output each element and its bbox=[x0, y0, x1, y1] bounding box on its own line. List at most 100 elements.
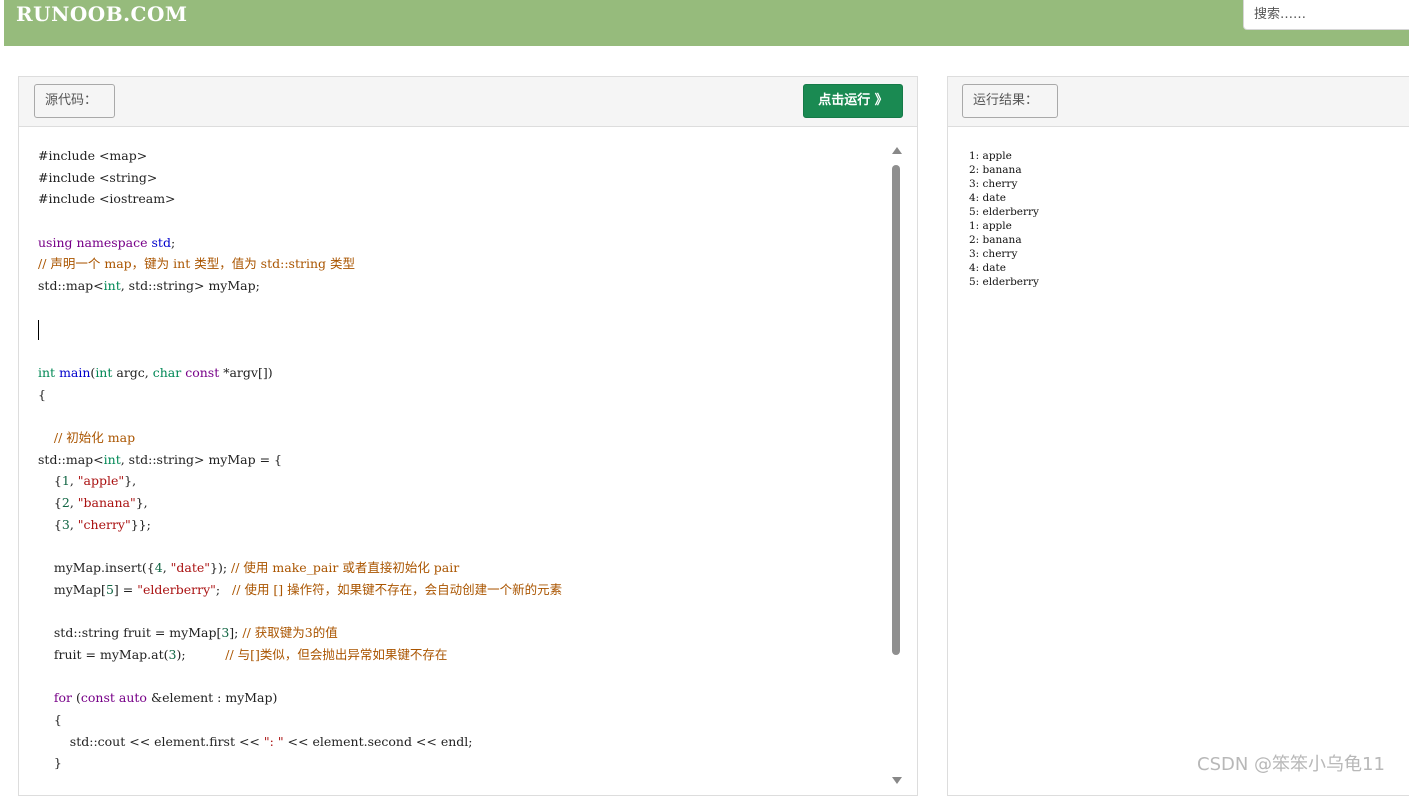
code-token: std::map< bbox=[38, 451, 104, 467]
code-token: ; bbox=[170, 234, 176, 250]
text-cursor bbox=[38, 320, 39, 340]
code-token: namespace bbox=[76, 234, 148, 250]
code-token: for bbox=[53, 690, 73, 706]
code-token: }, bbox=[124, 473, 137, 489]
code-line[interactable]: {1, "apple"}, bbox=[38, 470, 562, 492]
code-token: , bbox=[69, 516, 78, 532]
output-line: 3: cherry bbox=[969, 178, 1018, 190]
code-line[interactable]: { bbox=[38, 384, 562, 406]
code-line[interactable]: std::cout << element.first << ": " << el… bbox=[38, 731, 562, 753]
code-line[interactable] bbox=[38, 297, 562, 319]
output-line: 5: elderberry bbox=[969, 276, 1039, 288]
code-line[interactable] bbox=[38, 340, 562, 362]
code-line[interactable]: fruit = myMap.at(3); // 与[]类似，但会抛出异常如果键不… bbox=[38, 644, 562, 666]
code-token: , bbox=[69, 495, 78, 510]
source-code-panel-header: 源代码： 点击运行 》 bbox=[19, 77, 917, 127]
code-token: ] = bbox=[113, 581, 138, 597]
code-token: "banana" bbox=[77, 495, 136, 510]
code-line[interactable]: myMap.insert({4, "date"}); // 使用 make_pa… bbox=[38, 557, 562, 579]
code-lines[interactable]: #include <map> #include <string> #include … bbox=[38, 145, 562, 774]
code-token: // 与[]类似，但会抛出异常如果键不存在 bbox=[225, 646, 448, 662]
code-line[interactable]: std::map<int, std::string> myMap = { bbox=[38, 449, 562, 471]
code-token: "cherry" bbox=[77, 516, 131, 532]
code-token: main bbox=[59, 364, 91, 380]
code-token: { bbox=[38, 386, 46, 402]
output-line: 4: date bbox=[969, 262, 1006, 274]
code-token: { bbox=[38, 711, 62, 727]
code-token: using bbox=[38, 234, 73, 250]
code-line[interactable]: // 初始化 map bbox=[38, 427, 562, 449]
code-line[interactable] bbox=[38, 405, 562, 427]
top-header-bar: RUNOOB.COM bbox=[4, 0, 1409, 46]
code-token: argc, bbox=[112, 364, 153, 380]
code-token: } bbox=[38, 755, 62, 771]
result-output: 1: apple 2: banana 3: cherry 4: date 5: elde… bbox=[969, 149, 1039, 289]
code-line[interactable] bbox=[38, 666, 562, 688]
source-code-label: 源代码： bbox=[34, 84, 115, 118]
code-token: #include <iostream> bbox=[38, 191, 176, 207]
scrollbar-thumb[interactable] bbox=[892, 165, 900, 655]
code-line[interactable]: std::string fruit = myMap[3]; // 获取键为3的值 bbox=[38, 622, 562, 644]
code-token: // 声明一个 map，键为 int 类型，值为 std::string 类型 bbox=[38, 256, 355, 272]
code-token: }); bbox=[210, 560, 232, 576]
code-token: int bbox=[103, 451, 121, 467]
code-line[interactable]: } bbox=[38, 752, 562, 774]
code-line[interactable]: #include <string> bbox=[38, 167, 562, 189]
code-line[interactable] bbox=[38, 600, 562, 622]
code-line[interactable]: {2, "banana"}, bbox=[38, 492, 562, 514]
code-line[interactable]: myMap[5] = "elderberry"; // 使用 [] 操作符，如果… bbox=[38, 579, 562, 601]
code-token: #include <string> bbox=[38, 169, 158, 185]
code-token: const bbox=[80, 690, 115, 706]
code-token: 5 bbox=[105, 581, 114, 597]
code-token: }, bbox=[135, 495, 148, 510]
site-logo[interactable]: RUNOOB.COM bbox=[16, 2, 188, 26]
code-line[interactable]: {3, "cherry"}}; bbox=[38, 514, 562, 536]
output-line: 2: banana bbox=[969, 164, 1022, 176]
code-line[interactable]: { bbox=[38, 709, 562, 731]
code-token: { bbox=[38, 516, 62, 532]
code-line[interactable]: #include <map> bbox=[38, 145, 562, 167]
code-token: int bbox=[95, 364, 113, 380]
code-token: 3 bbox=[61, 516, 70, 532]
code-line[interactable] bbox=[38, 319, 562, 341]
code-token: ": " bbox=[263, 733, 284, 749]
output-line: 1: apple bbox=[969, 150, 1012, 162]
code-token: *argv[]) bbox=[219, 364, 273, 380]
code-token: &element : myMap) bbox=[146, 690, 278, 706]
code-token: 2 bbox=[61, 495, 70, 510]
code-line[interactable]: using namespace std; bbox=[38, 232, 562, 254]
code-token: myMap.insert({ bbox=[38, 560, 155, 576]
code-token: , std::string> myMap = { bbox=[120, 451, 282, 467]
result-label: 运行结果： bbox=[962, 84, 1058, 118]
code-line[interactable]: int main(int argc, char const *argv[]) bbox=[38, 362, 562, 384]
code-token: std::cout << element.first << bbox=[38, 733, 264, 749]
output-line: 2: banana bbox=[969, 234, 1022, 246]
result-panel: 运行结果： 1: apple 2: banana 3: cherry 4: date 5… bbox=[947, 76, 1409, 796]
code-token: , bbox=[69, 473, 78, 489]
code-line[interactable] bbox=[38, 210, 562, 232]
code-token: int bbox=[103, 278, 121, 294]
code-token: 1 bbox=[61, 473, 70, 489]
output-line: 5: elderberry bbox=[969, 206, 1039, 218]
output-line: 1: apple bbox=[969, 220, 1012, 232]
scroll-up-arrow-icon[interactable] bbox=[892, 147, 902, 154]
code-token: 4 bbox=[154, 560, 163, 576]
code-token: auto bbox=[118, 690, 147, 706]
code-line[interactable]: // 声明一个 map，键为 int 类型，值为 std::string 类型 bbox=[38, 253, 562, 275]
code-editor[interactable]: #include <map> #include <string> #include … bbox=[19, 127, 917, 795]
code-line[interactable]: for (const auto &element : myMap) bbox=[38, 687, 562, 709]
code-token: ); bbox=[176, 646, 226, 662]
run-button[interactable]: 点击运行 》 bbox=[803, 84, 903, 118]
code-token: std::string fruit = myMap[ bbox=[38, 625, 222, 641]
code-line[interactable]: #include <iostream> bbox=[38, 188, 562, 210]
code-token: ; bbox=[215, 581, 233, 597]
editor-scrollbar[interactable] bbox=[890, 147, 902, 795]
code-token: ]; bbox=[229, 625, 243, 641]
search-input[interactable] bbox=[1243, 0, 1409, 30]
code-line[interactable] bbox=[38, 535, 562, 557]
code-token: fruit = myMap.at( bbox=[38, 646, 169, 662]
code-token: myMap[ bbox=[38, 581, 106, 597]
code-line[interactable]: std::map<int, std::string> myMap; bbox=[38, 275, 562, 297]
